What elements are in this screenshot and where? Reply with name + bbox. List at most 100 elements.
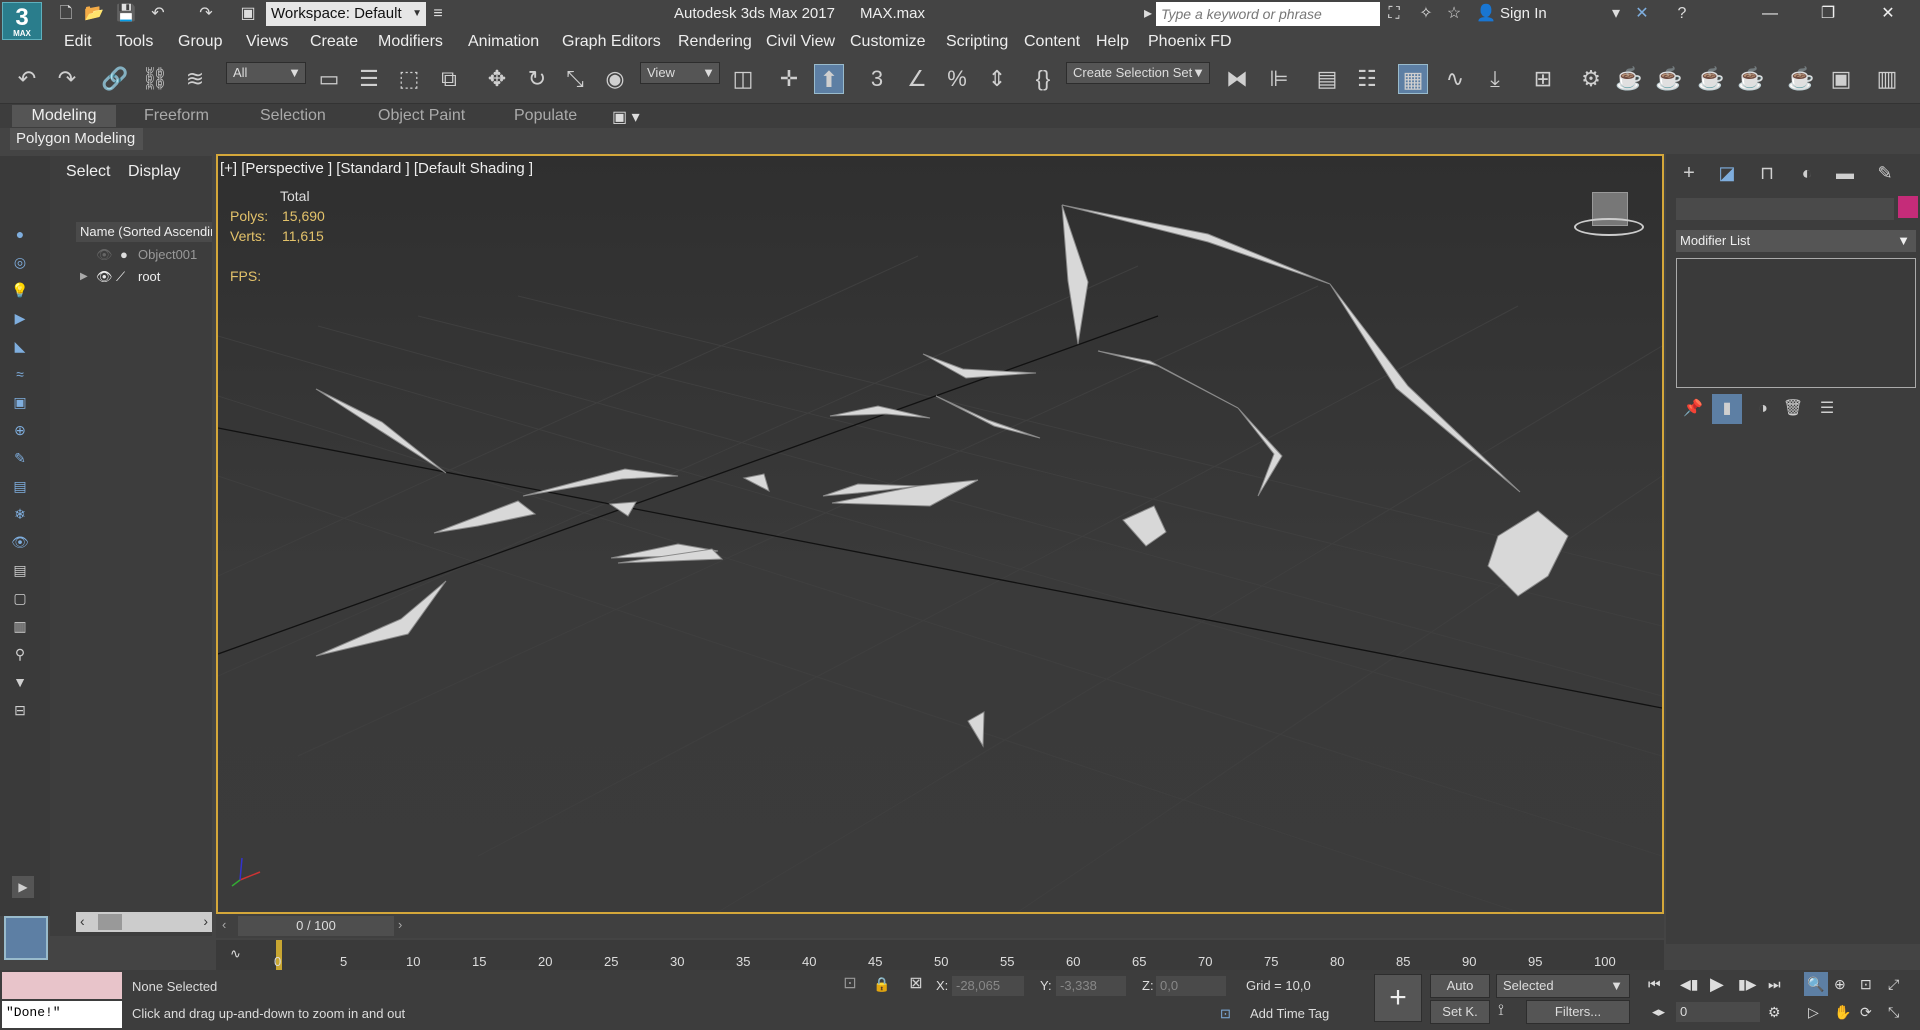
undo-icon[interactable]: ↶ [12,64,42,94]
save-icon[interactable]: 💾 [116,4,136,24]
y-coordinate-field[interactable]: -3,338 [1056,976,1126,996]
render-frame-icon[interactable]: ▣ [1826,64,1856,94]
viewcube-icon[interactable] [1574,192,1644,242]
select-by-name-icon[interactable]: ☰ [354,64,384,94]
selection-lock-icon[interactable]: 🔒 [870,972,894,996]
previous-frame-icon[interactable]: ◀▮ [1680,976,1698,993]
tab-modeling[interactable]: Modeling [12,105,116,127]
maximize-viewport-icon[interactable]: ⤡ [1888,1004,1899,1021]
maxscript-listener[interactable]: "Done!" [2,972,122,1028]
absolute-mode-icon[interactable]: ⊠ [904,972,928,996]
selection-filter-dropdown[interactable]: All ▼ [226,62,306,84]
display-bones-icon[interactable]: ✎ [10,448,30,468]
maxscript-input[interactable] [2,972,122,999]
mirror-icon[interactable]: ⧓ [1222,64,1252,94]
user-icon[interactable]: 👤 [1476,4,1496,24]
search-input[interactable]: Type a keyword or phrase [1156,2,1380,26]
time-configuration-icon[interactable]: ⚙ [1768,1004,1781,1021]
menu-edit[interactable]: Edit [64,33,92,51]
curve-editor-icon[interactable]: ∿ [1440,64,1470,94]
menu-tools[interactable]: Tools [116,33,153,51]
add-time-tag[interactable]: Add Time Tag [1250,1006,1329,1021]
menu-create[interactable]: Create [310,33,358,51]
quick-access-menu-icon[interactable]: ≡ [428,4,448,24]
key-filters-button[interactable]: Filters... [1526,1000,1630,1024]
make-unique-icon[interactable]: ◑ [1748,394,1778,424]
layer-explorer-icon[interactable]: ▤ [1312,64,1342,94]
display-xrefs-icon[interactable]: ⊕ [10,420,30,440]
toggle-ribbon-icon[interactable]: ☷ [1352,64,1382,94]
zoom-all-icon[interactable]: ⊕ [1834,976,1846,993]
modifier-stack[interactable] [1676,258,1916,388]
display-lights-icon[interactable]: 💡 [10,280,30,300]
new-file-icon[interactable]: 🗋 [56,4,76,24]
project-folder-icon[interactable]: ▣ [238,4,258,24]
render-production-icon[interactable]: ☕ [1696,64,1726,94]
modifier-list-dropdown[interactable]: Modifier List ▼ [1676,230,1916,252]
rectangular-selection-icon[interactable]: ⬚ [394,64,424,94]
goto-start-icon[interactable]: ⏮ [1648,976,1661,993]
link-icon[interactable]: 🔗 [100,64,130,94]
close-button[interactable]: ✕ [1860,2,1916,26]
menu-civil-view[interactable]: Civil View [766,33,835,51]
zoom-extents-all-icon[interactable]: ⤢ [1888,976,1899,993]
modify-tab-icon[interactable]: ◪ [1712,158,1742,188]
redo-icon[interactable]: ↷ [52,64,82,94]
expand-panel-icon[interactable]: ▶ [12,876,34,898]
named-selection-sets-icon[interactable]: {} [1028,64,1058,94]
menu-content[interactable]: Content [1024,33,1080,51]
restore-button[interactable]: ❐ [1800,2,1856,26]
configure-modifier-sets-icon[interactable]: ☰ [1812,394,1842,424]
orbit-icon[interactable]: ⟳ [1860,1004,1872,1021]
filter-icon[interactable]: ▼ [10,672,30,692]
visibility-icon[interactable]: 👁 [96,266,113,288]
tab-populate[interactable]: Populate [514,107,577,125]
select-rotate-icon[interactable]: ↻ [522,64,552,94]
tab-selection[interactable]: Selection [260,107,326,125]
select-move-icon[interactable]: ✥ [482,64,512,94]
time-slider-prev-icon[interactable]: ‹ [222,917,226,932]
create-tab-icon[interactable]: + [1674,158,1704,188]
list-item[interactable]: 👁 ● Object001 [76,244,212,266]
snaps-toggle-icon[interactable]: 3 [862,64,892,94]
display-invert-icon[interactable]: ▥ [10,616,30,636]
rendered-frame-window-icon[interactable]: ☕ [1654,64,1684,94]
menu-views[interactable]: Views [246,33,288,51]
play-icon[interactable]: ▶ [1710,974,1724,995]
set-key-icon[interactable]: + [1374,974,1422,1022]
field-of-view-icon[interactable]: ▷ [1808,1004,1819,1021]
a360-cloud-icon[interactable]: ▥ [1872,64,1902,94]
binoculars-icon[interactable]: ⛶ [1384,4,1404,24]
goto-end-icon[interactable]: ⏭ [1768,976,1781,993]
display-helpers-icon[interactable]: ◣ [10,336,30,356]
expand-icon[interactable]: ▶ [80,266,88,288]
dope-sheet-icon[interactable]: ⤓ [1480,64,1510,94]
key-filter-dropdown[interactable]: Selected ▼ [1496,974,1630,998]
display-space-warps-icon[interactable]: ≈ [10,364,30,384]
auto-key-button[interactable]: Auto [1430,974,1490,998]
select-manipulate-icon[interactable]: ✛ [774,64,804,94]
current-frame-field[interactable]: 0 [1676,1002,1760,1022]
communication-center-icon[interactable]: ✧ [1416,4,1436,24]
menu-help[interactable]: Help [1096,33,1129,51]
create-selection-set-dropdown[interactable]: Create Selection Set ▼ [1066,62,1210,84]
motion-tab-icon[interactable]: ◐ [1792,158,1822,188]
object-name-field[interactable] [1676,198,1894,220]
set-key-button[interactable]: Set K. [1430,1000,1490,1024]
sign-in-link[interactable]: Sign In [1500,5,1547,22]
render-iterative-icon[interactable]: ☕ [1736,64,1766,94]
explorer-tab-display[interactable]: Display [128,163,180,181]
schematic-view-icon[interactable]: ⊞ [1528,64,1558,94]
bind-space-warp-icon[interactable]: ≋ [180,64,210,94]
key-mode-toggle-icon[interactable]: ◂▸ [1652,1004,1665,1020]
tab-freeform[interactable]: Freeform [144,107,209,125]
ribbon-panel-polygon-modeling[interactable]: Polygon Modeling [10,128,143,150]
menu-customize[interactable]: Customize [850,33,926,51]
display-all-icon[interactable]: ▤ [10,560,30,580]
track-bar[interactable]: ∿ 0 5 10 15 20 25 30 35 40 45 50 55 60 65 70 75 80 85 90 95… [216,940,1664,970]
search-expand-icon[interactable]: ▸ [1138,4,1158,24]
window-crossing-icon[interactable]: ⧉ [434,64,464,94]
angle-snap-icon[interactable]: ∠ [902,64,932,94]
signin-dropdown-icon[interactable]: ▾ [1606,4,1626,24]
ribbon-options-icon[interactable]: ▣ ▾ [612,107,640,127]
